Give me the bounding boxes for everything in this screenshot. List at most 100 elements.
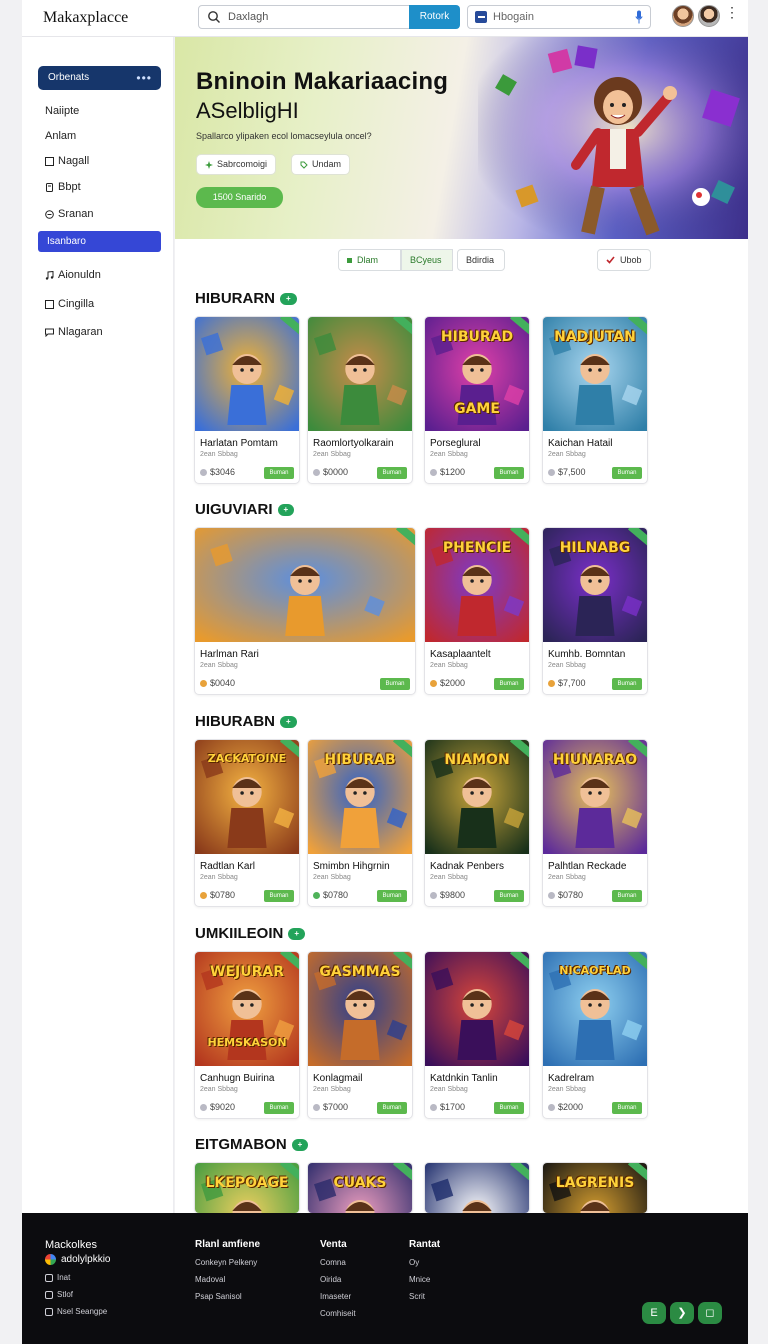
buy-button[interactable]: Buman: [612, 890, 642, 902]
tab-3[interactable]: Bdirdia: [457, 249, 505, 271]
game-card[interactable]: HIUNARAO Palhtlan Reckade 2ean Sbbag Buman $…: [542, 739, 648, 907]
buy-button[interactable]: Buman: [377, 1102, 407, 1114]
buy-button[interactable]: Buman: [494, 467, 524, 479]
game-card[interactable]: ZACKATOINE Radtlan Karl 2ean Sbbag Buman $07…: [194, 739, 300, 907]
game-card[interactable]: Harlman Rari 2ean Sbbag Buman $0040: [194, 527, 416, 695]
game-thumbnail-image[interactable]: [195, 317, 299, 431]
more-dots-icon[interactable]: •••: [136, 66, 152, 90]
hero-cta-button[interactable]: 1500 Snarido: [196, 187, 283, 208]
game-card-title: Harlman Rari: [200, 649, 259, 660]
game-card[interactable]: LAGRENIS: [542, 1162, 648, 1214]
game-thumbnail-image[interactable]: [425, 952, 529, 1066]
game-card[interactable]: NICAOFLAD Kadrelram 2ean Sbbag Buman $2000: [542, 951, 648, 1119]
search-button[interactable]: Rotork: [409, 5, 460, 29]
sidebar-item-8[interactable]: Cingilla: [45, 298, 94, 310]
game-card[interactable]: NADJUTAN Kaichan Hatail 2ean Sbbag Buman $7,…: [542, 316, 648, 484]
section-title-text: UIGUVIARI: [195, 501, 273, 518]
tab-1[interactable]: Dlam: [338, 249, 401, 271]
sidebar-item-2[interactable]: Anlam: [45, 130, 76, 142]
game-thumbnail-image[interactable]: [425, 1163, 529, 1214]
sidebar-item-3[interactable]: Nagall: [45, 155, 89, 167]
second-user-avatar[interactable]: [698, 5, 720, 27]
sidebar-item-1[interactable]: Naiipte: [45, 105, 79, 117]
game-card[interactable]: HIBURAB Smimbn Hihgrnin 2ean Sbbag Buman $07…: [307, 739, 413, 907]
game-card[interactable]: HILNABG Kumhb. Bomntan 2ean Sbbag Buman $7,7…: [542, 527, 648, 695]
game-card[interactable]: NIAMON Kadnak Penbers 2ean Sbbag Buman $9800: [424, 739, 530, 907]
footer-link[interactable]: Comhiseit: [320, 1309, 356, 1318]
game-card[interactable]: HIBURAD GAME Porseglural 2ean Sbbag Buman $12…: [424, 316, 530, 484]
buy-button[interactable]: Buman: [380, 678, 410, 690]
buy-button[interactable]: Buman: [494, 678, 524, 690]
section-badge: +: [280, 715, 297, 728]
filter-right-label: Ubob: [620, 255, 642, 265]
game-card[interactable]: GASMMAS Konlagmail 2ean Sbbag Buman $7000: [307, 951, 413, 1119]
game-card[interactable]: WEJURAR HEMSKASON Canhugn Buirina 2ean Sbba…: [194, 951, 300, 1119]
footer-link[interactable]: Comna: [320, 1258, 356, 1267]
footer-column-3: Rantat Oy Mnice Scrit: [409, 1239, 440, 1309]
sidebar-item-5[interactable]: Sranan: [45, 208, 93, 220]
buy-button[interactable]: Buman: [377, 890, 407, 902]
price-value: $3046: [210, 467, 236, 477]
footer-action-button-2[interactable]: ❯: [670, 1302, 694, 1324]
buy-button[interactable]: Buman: [612, 678, 642, 690]
game-card[interactable]: Raomlortyolkarain 2ean Sbbag Buman $0000: [307, 316, 413, 484]
game-card[interactable]: CUAKS: [307, 1162, 413, 1214]
buy-button[interactable]: Buman: [264, 1102, 294, 1114]
coin-icon: [200, 679, 207, 687]
footer-link[interactable]: Mnice: [409, 1275, 440, 1284]
thumbnail-title-text: LAGRENIS: [555, 1175, 635, 1191]
sidebar-item-7[interactable]: Aionuldn: [45, 269, 101, 281]
footer-link[interactable]: Madoval: [195, 1275, 260, 1284]
game-card-subtitle: 2ean Sbbag: [200, 662, 238, 669]
sidebar-top-button[interactable]: Orbenats •••: [38, 66, 161, 90]
price-value: $1700: [440, 1102, 466, 1112]
footer-link[interactable]: Conkeyn Pelkeny: [195, 1258, 260, 1267]
game-thumbnail-image[interactable]: [195, 528, 415, 642]
game-card[interactable]: [424, 1162, 530, 1214]
more-menu-icon[interactable]: ⋮: [725, 5, 739, 19]
footer-action-button-3[interactable]: ◻: [698, 1302, 722, 1324]
game-card[interactable]: Harlatan Pomtam 2ean Sbbag Buman $3046: [194, 316, 300, 484]
buy-button[interactable]: Buman: [264, 890, 294, 902]
buy-button[interactable]: Buman: [494, 890, 524, 902]
secondary-search-input[interactable]: Hbogain: [467, 5, 651, 29]
thumbnail-title-text: NIAMON: [444, 752, 510, 768]
game-card-title: Kadrelram: [548, 1073, 595, 1084]
footer-handle[interactable]: adolylpkkio: [45, 1254, 110, 1265]
section-title-text: EITGMABON: [195, 1136, 287, 1153]
thumbnail-title-text: GASMMAS: [319, 964, 401, 980]
hero-chip-1[interactable]: Sabrcomoigi: [196, 154, 277, 175]
game-thumbnail-image[interactable]: [308, 317, 412, 431]
filter-right-button[interactable]: Ubob: [597, 249, 651, 271]
brand-logo[interactable]: Makaxplacce: [43, 9, 128, 27]
tab-2[interactable]: BCyeus: [401, 249, 453, 271]
microphone-icon[interactable]: [635, 10, 643, 24]
sidebar-item-9[interactable]: Nlagaran: [45, 326, 103, 338]
coin-icon: [548, 1103, 555, 1111]
user-avatar[interactable]: [672, 5, 694, 27]
game-card-title: Porseglural: [430, 438, 481, 449]
sidebar-item-6-active[interactable]: Isanbaro: [38, 231, 161, 252]
sidebar-item-4[interactable]: Bbpt: [45, 181, 81, 193]
buy-button[interactable]: Buman: [612, 1102, 642, 1114]
buy-button[interactable]: Buman: [494, 1102, 524, 1114]
hero-chip-2[interactable]: Undam: [291, 154, 351, 175]
game-card[interactable]: Katdnkin Tanlin 2ean Sbbag Buman $1700: [424, 951, 530, 1119]
buy-button[interactable]: Buman: [264, 467, 294, 479]
game-card[interactable]: LKEPOAGE: [194, 1162, 300, 1214]
buy-button[interactable]: Buman: [612, 467, 642, 479]
footer-action-button-1[interactable]: E: [642, 1302, 666, 1324]
search-text: Daxlagh: [228, 11, 269, 23]
buy-button[interactable]: Buman: [377, 467, 407, 479]
footer-link[interactable]: Imaseter: [320, 1292, 356, 1301]
footer-link[interactable]: Oirida: [320, 1275, 356, 1284]
footer-link[interactable]: Psap Sanisol: [195, 1292, 260, 1301]
search-input[interactable]: Daxlagh: [198, 5, 411, 29]
game-card[interactable]: PHENCIE Kasaplaantelt 2ean Sbbag Buman $2000: [424, 527, 530, 695]
footer-link[interactable]: Scrit: [409, 1292, 440, 1301]
game-card-price: $1200: [430, 467, 465, 477]
footer-link[interactable]: Oy: [409, 1258, 440, 1267]
footer-brand-link[interactable]: Nsel Seangpe: [45, 1307, 110, 1316]
footer-brand-link[interactable]: Stlof: [45, 1290, 110, 1299]
footer-brand-link[interactable]: Inat: [45, 1273, 110, 1282]
